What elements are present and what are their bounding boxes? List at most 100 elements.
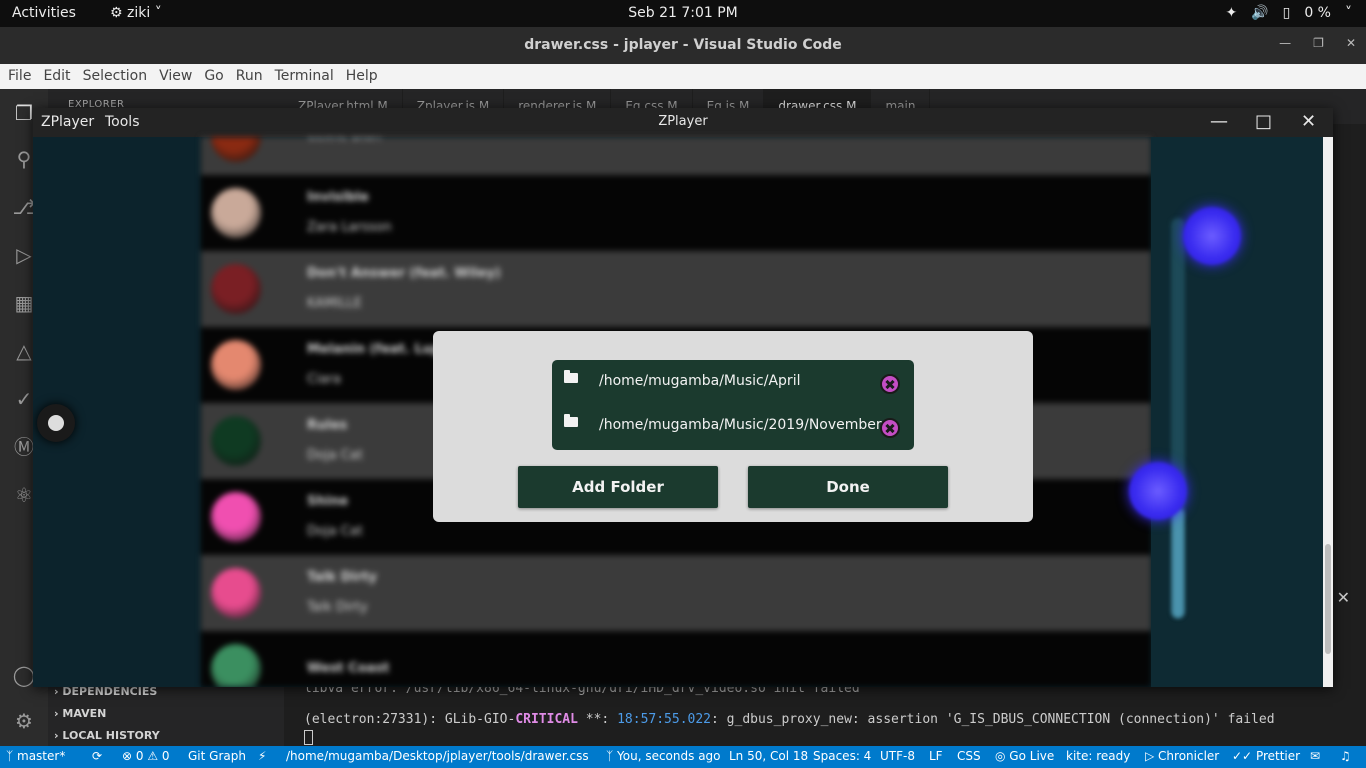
system-tray[interactable]: ✦ 🔊 ▯ 0 % ˅ bbox=[1225, 5, 1352, 21]
folder-path: /home/mugamba/Music/2019/November bbox=[599, 417, 882, 433]
prettier-button[interactable]: ✓✓ Prettier bbox=[1232, 749, 1300, 763]
menu-zplayer[interactable]: ZPlayer bbox=[41, 114, 94, 130]
song-artist: Doja Cat bbox=[307, 524, 363, 539]
song-title: Talk Dirty bbox=[307, 570, 377, 585]
maximize-icon[interactable]: □ bbox=[1255, 111, 1272, 132]
song-row[interactable]: Talk Dirty Talk Dirty bbox=[201, 555, 1151, 631]
song-row[interactable]: West Coast bbox=[201, 631, 1151, 687]
language-mode[interactable]: CSS bbox=[957, 749, 981, 763]
scrollbar-thumb[interactable] bbox=[1325, 544, 1331, 654]
volume-icon[interactable]: 🔊 bbox=[1251, 5, 1268, 21]
folder-item: /home/mugamba/Music/April bbox=[552, 360, 914, 404]
album-art bbox=[211, 340, 261, 390]
restore-icon[interactable]: ❐ bbox=[1313, 36, 1324, 50]
git-graph-button[interactable]: Git Graph bbox=[188, 749, 246, 763]
status-bar: ᛉ master* ⟳ ⊗ 0 ⚠ 0 Git Graph ⚡ /home/mu… bbox=[0, 746, 1366, 768]
file-path: /home/mugamba/Desktop/jplayer/tools/draw… bbox=[286, 749, 589, 763]
folder-item: /home/mugamba/Music/2019/November bbox=[552, 404, 914, 448]
folder-icon bbox=[564, 370, 578, 383]
song-artist: Talk Dirty bbox=[307, 600, 368, 615]
song-title: Rules bbox=[307, 418, 348, 433]
app-menu[interactable]: ⚙ ziki ˅ bbox=[110, 5, 162, 21]
chevron-down-icon: ˅ bbox=[154, 5, 162, 21]
menu-tools[interactable]: Tools bbox=[105, 114, 140, 130]
minimize-icon[interactable]: — bbox=[1279, 36, 1291, 50]
song-artist: Zara Larsson bbox=[307, 220, 392, 235]
close-panel-icon[interactable]: ✕ bbox=[1337, 588, 1350, 607]
app-icon: ⚙ bbox=[110, 5, 123, 21]
bell-icon[interactable]: ♫ bbox=[1340, 749, 1351, 763]
song-title: West Coast bbox=[307, 661, 390, 676]
folder-dialog: /home/mugamba/Music/April /home/mugamba/… bbox=[433, 331, 1033, 522]
system-top-bar: Activities ⚙ ziki ˅ Seb 21 7:01 PM ✦ 🔊 ▯… bbox=[0, 0, 1366, 27]
manage-gear-icon[interactable]: ⚙ bbox=[12, 709, 36, 733]
menu-go[interactable]: Go bbox=[198, 64, 229, 89]
song-row[interactable]: Invisible Zara Larsson bbox=[201, 175, 1151, 251]
close-icon[interactable]: ✕ bbox=[1346, 36, 1356, 50]
album-art bbox=[211, 137, 261, 162]
activities-button[interactable]: Activities bbox=[12, 5, 76, 21]
zplayer-window: ZPlayer Tools ZPlayer — □ ✕ Céline Dion … bbox=[33, 108, 1333, 687]
kite-status[interactable]: kite: ready bbox=[1066, 749, 1130, 763]
album-art bbox=[211, 492, 261, 542]
git-blame[interactable]: ᛉ You, seconds ago bbox=[606, 749, 721, 763]
minimize-icon[interactable]: — bbox=[1210, 111, 1228, 132]
equalizer-knob[interactable] bbox=[1183, 207, 1241, 265]
menu-terminal[interactable]: Terminal bbox=[269, 64, 340, 89]
battery-percent: 0 % bbox=[1304, 5, 1331, 21]
menu-help[interactable]: Help bbox=[340, 64, 384, 89]
song-title: Shine bbox=[307, 494, 349, 509]
remove-folder-icon[interactable] bbox=[880, 418, 900, 438]
add-folder-button[interactable]: Add Folder bbox=[518, 466, 718, 508]
chronicler-button[interactable]: ▷ Chronicler bbox=[1145, 749, 1219, 763]
lightning-icon[interactable]: ⚡ bbox=[258, 749, 266, 763]
menu-selection[interactable]: Selection bbox=[77, 64, 154, 89]
close-icon[interactable]: ✕ bbox=[1301, 111, 1316, 132]
folder-path: /home/mugamba/Music/April bbox=[599, 373, 801, 389]
cursor-position[interactable]: Ln 50, Col 18 bbox=[729, 749, 808, 763]
terminal-cursor bbox=[304, 730, 313, 745]
menu-bar: File Edit Selection View Go Run Terminal… bbox=[0, 64, 1366, 89]
menu-edit[interactable]: Edit bbox=[37, 64, 76, 89]
sync-icon[interactable]: ⟳ bbox=[92, 749, 102, 763]
section-local-history[interactable]: › LOCAL HISTORY bbox=[54, 729, 160, 742]
album-art bbox=[211, 188, 261, 238]
song-title: Invisible bbox=[307, 190, 369, 205]
zplayer-window-title: ZPlayer bbox=[658, 114, 708, 129]
indentation[interactable]: Spaces: 4 bbox=[813, 749, 871, 763]
window-title: drawer.css - jplayer - Visual Studio Cod… bbox=[524, 37, 842, 53]
accessibility-icon[interactable]: ✦ bbox=[1225, 5, 1237, 21]
go-live-button[interactable]: ◎ Go Live bbox=[995, 749, 1054, 763]
chevron-down-icon[interactable]: ˅ bbox=[1345, 5, 1352, 21]
song-row[interactable]: Don't Answer (feat. Wiley) KAMILLE bbox=[201, 251, 1151, 327]
vscode-title-bar: drawer.css - jplayer - Visual Studio Cod… bbox=[0, 27, 1366, 64]
encoding[interactable]: UTF-8 bbox=[880, 749, 915, 763]
album-art bbox=[211, 644, 261, 687]
song-artist: KAMILLE bbox=[307, 296, 362, 311]
album-art bbox=[211, 264, 261, 314]
remove-folder-icon[interactable] bbox=[880, 374, 900, 394]
song-row[interactable]: Céline Dion bbox=[201, 137, 1151, 175]
volume-slider-fill bbox=[1172, 508, 1184, 618]
folder-icon bbox=[564, 414, 578, 427]
battery-icon[interactable]: ▯ bbox=[1283, 5, 1291, 21]
settings-toggle[interactable] bbox=[37, 404, 75, 442]
menu-file[interactable]: File bbox=[2, 64, 37, 89]
song-artist: Céline Dion bbox=[307, 137, 381, 152]
volume-knob[interactable] bbox=[1129, 462, 1187, 520]
menu-view[interactable]: View bbox=[153, 64, 198, 89]
album-art bbox=[211, 416, 261, 466]
feedback-icon[interactable]: ✉ bbox=[1310, 749, 1320, 763]
done-button[interactable]: Done bbox=[748, 466, 948, 508]
menu-run[interactable]: Run bbox=[230, 64, 269, 89]
git-branch[interactable]: ᛉ master* bbox=[6, 749, 65, 763]
song-artist: Doja Cat bbox=[307, 448, 363, 463]
line-ending[interactable]: LF bbox=[929, 749, 943, 763]
song-title: Don't Answer (feat. Wiley) bbox=[307, 266, 501, 281]
app-name: ziki bbox=[127, 5, 151, 21]
zplayer-title-bar: ZPlayer Tools ZPlayer — □ ✕ bbox=[33, 108, 1333, 137]
section-maven[interactable]: › MAVEN bbox=[54, 707, 106, 720]
problems-indicator[interactable]: ⊗ 0 ⚠ 0 bbox=[122, 749, 170, 763]
clock[interactable]: Seb 21 7:01 PM bbox=[628, 5, 738, 21]
folder-list: /home/mugamba/Music/April /home/mugamba/… bbox=[552, 360, 914, 450]
